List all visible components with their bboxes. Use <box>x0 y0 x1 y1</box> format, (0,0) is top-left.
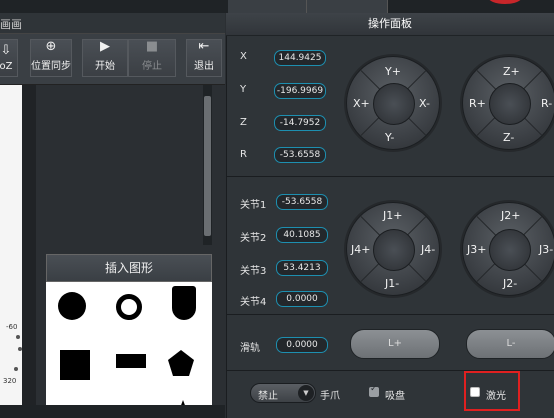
z-value-field: -14.7952 <box>274 115 326 131</box>
move-z-label: oZ <box>0 61 13 72</box>
rail-plus-button[interactable]: L+ <box>350 329 440 359</box>
robot-xy-icon <box>373 83 415 125</box>
y-minus-button[interactable]: Y- <box>385 131 394 144</box>
cylinder-shape[interactable] <box>172 286 196 320</box>
j2-plus-button[interactable]: J2+ <box>501 209 520 222</box>
play-icon: ▶ <box>100 39 110 54</box>
joint3-label: 关节3 <box>240 266 267 277</box>
check-icon: ✓ <box>370 384 378 394</box>
zr-jog-dial: Z+ R+ R- Z- <box>462 56 554 150</box>
insert-shape-button[interactable]: 插入图形 <box>46 254 212 282</box>
window-tab[interactable] <box>228 0 307 13</box>
y-label: Y <box>240 84 247 95</box>
start-label: 开始 <box>95 61 115 72</box>
gripper-mode-select[interactable]: 禁止 ▼ <box>250 383 316 403</box>
j1-j4-jog-dial: J1+ J4+ J4- J1- <box>346 202 440 296</box>
position-sync-button[interactable]: ⊕ 位置同步 <box>30 39 72 77</box>
gripper-mode-value: 禁止 <box>258 391 278 402</box>
y-value-field: -196.9969 <box>274 83 326 99</box>
suction-label: 吸盘 <box>385 391 405 402</box>
operation-panel-title: 操作面板 <box>226 13 554 36</box>
left-status-bar <box>0 405 225 418</box>
window-tab[interactable] <box>307 0 388 13</box>
x-value-field: 144.9425 <box>274 50 326 66</box>
joint2-label: 关节2 <box>240 233 267 244</box>
r-plus-button[interactable]: R+ <box>469 97 486 110</box>
rail-minus-button[interactable]: L- <box>466 329 554 359</box>
x-plus-button[interactable]: X+ <box>353 97 370 110</box>
j2-minus-button[interactable]: J2- <box>503 277 517 290</box>
joint1-label: 关节1 <box>240 200 267 211</box>
axis-tick-label: -60 <box>6 323 18 331</box>
stop-button[interactable]: ■ 停止 <box>128 39 176 77</box>
divider-panel <box>22 85 36 405</box>
joint3-value-field: 53.4213 <box>276 260 328 276</box>
z-plus-button[interactable]: Z+ <box>503 65 520 78</box>
axis-tick-label: 320 <box>3 377 17 385</box>
plot-point <box>14 367 18 371</box>
square-shape[interactable] <box>60 350 90 380</box>
move-z-button[interactable]: ⇩ oZ <box>0 39 18 77</box>
joint4-label: 关节4 <box>240 297 267 308</box>
suction-checkbox[interactable]: ✓ <box>369 384 379 397</box>
j1-plus-button[interactable]: J1+ <box>383 209 402 222</box>
j4-plus-button[interactable]: J4+ <box>351 243 370 256</box>
stop-icon: ■ <box>145 39 159 54</box>
j2-j3-jog-dial: J2+ J3+ J3- J2- <box>462 202 554 296</box>
joint4-value-field: 0.0000 <box>276 291 328 307</box>
chevron-down-icon: ▼ <box>298 385 314 401</box>
section-divider <box>226 176 554 177</box>
toolbar: ⇩ oZ ⊕ 位置同步 ▶ 开始 ■ 停止 ⇤ 退出 <box>0 34 225 85</box>
joint2-value-field: 40.1085 <box>276 227 328 243</box>
section-divider <box>226 314 554 315</box>
j4-minus-button[interactable]: J4- <box>421 243 435 256</box>
laser-checkbox[interactable] <box>470 387 480 397</box>
y-plus-button[interactable]: Y+ <box>385 65 401 78</box>
z-minus-button[interactable]: Z- <box>503 131 514 144</box>
x-minus-button[interactable]: X- <box>419 97 430 110</box>
position-sync-label: 位置同步 <box>31 61 71 72</box>
robot-j1-j4-icon <box>373 229 415 271</box>
robot-zr-icon <box>489 83 531 125</box>
rectangle-shape[interactable] <box>116 354 146 368</box>
xy-jog-dial: Y+ X+ X- Y- <box>346 56 440 150</box>
gripper-label: 手爪 <box>320 391 340 402</box>
drawing-canvas[interactable]: -60 320 <box>0 85 22 405</box>
joint1-value-field: -53.6558 <box>276 194 328 210</box>
r-value-field: -53.6558 <box>274 147 326 163</box>
circle-shape[interactable] <box>58 292 86 320</box>
ring-shape[interactable] <box>116 294 142 320</box>
left-window-title-text: 画画 <box>0 18 22 31</box>
start-button[interactable]: ▶ 开始 <box>82 39 128 77</box>
x-label: X <box>240 51 247 62</box>
exit-label: 退出 <box>194 61 214 72</box>
plot-point <box>16 335 20 339</box>
scrollbar-thumb[interactable] <box>204 96 211 236</box>
exit-button[interactable]: ⇤ 退出 <box>186 39 222 77</box>
shape-palette <box>46 282 212 418</box>
z-label: Z <box>240 117 247 128</box>
stop-label: 停止 <box>142 61 162 72</box>
rail-value-field: 0.0000 <box>276 337 328 353</box>
pentagon-shape[interactable] <box>166 348 196 378</box>
j1-minus-button[interactable]: J1- <box>385 277 399 290</box>
record-indicator-icon <box>488 0 522 4</box>
j3-plus-button[interactable]: J3+ <box>467 243 486 256</box>
r-label: R <box>240 149 247 160</box>
crosshair-icon: ⊕ <box>45 39 57 54</box>
arrow-icon: ⇩ <box>0 43 12 58</box>
exit-icon: ⇤ <box>198 39 210 54</box>
left-window-title: 画画 <box>0 13 225 34</box>
robot-j2-j3-icon <box>489 229 531 271</box>
j3-minus-button[interactable]: J3- <box>539 243 553 256</box>
r-minus-button[interactable]: R- <box>541 97 552 110</box>
top-strip <box>0 0 554 13</box>
rail-label: 滑轨 <box>240 343 260 354</box>
laser-label: 激光 <box>486 391 506 402</box>
